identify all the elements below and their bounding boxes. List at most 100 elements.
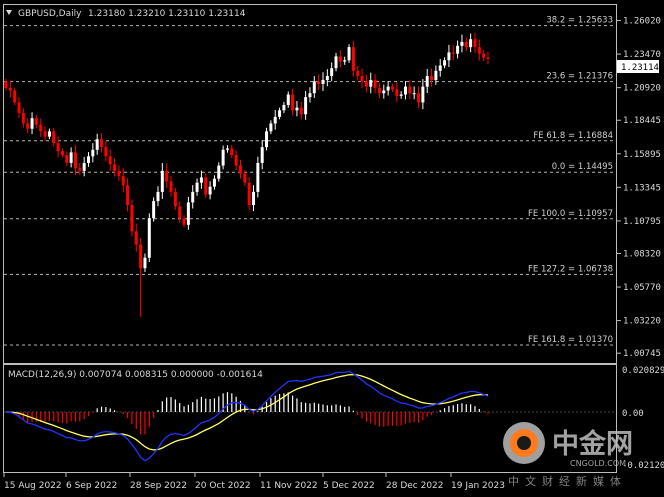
candle-body [87, 156, 91, 163]
watermark-cn: 中金网 [552, 428, 633, 460]
price-tick-label: 1.18445 [623, 116, 661, 126]
candle-body [282, 105, 286, 111]
candle-body [356, 70, 360, 77]
price-tick-label: 1.00745 [623, 349, 661, 359]
fib-level-label: 0.0 = 1.14495 [552, 162, 613, 172]
candle-body [147, 218, 151, 258]
macd-tick-zero: 0.00 [622, 409, 644, 419]
candle-body [269, 123, 273, 132]
candle-body [73, 152, 77, 169]
price-tick-label: 1.13345 [623, 183, 661, 193]
candle-body [234, 155, 238, 166]
candle-body [156, 191, 160, 202]
candle-body [434, 70, 438, 81]
candle-body [343, 60, 347, 62]
fib-level-label: FE 127.2 = 1.06738 [528, 264, 613, 274]
candle-body [321, 80, 325, 84]
candle-body [212, 178, 216, 187]
chart-header[interactable]: GBPUSD,Daily 1.23180 1.23210 1.23110 1.2… [6, 9, 246, 19]
candle-body [469, 39, 473, 48]
candle-body [252, 191, 256, 206]
time-tick-label: 28 Dec 2022 [386, 481, 444, 491]
candle-body [139, 244, 143, 269]
time-tick-label: 19 Jan 2023 [451, 481, 505, 491]
candle-body [278, 110, 282, 117]
candle-body [30, 118, 34, 129]
candle-body [395, 89, 399, 96]
candle-body [186, 202, 190, 225]
candle-body [47, 131, 51, 137]
candle-body [243, 173, 247, 183]
candle-body [351, 47, 355, 71]
candle-body [191, 191, 195, 203]
candle-body [95, 139, 99, 150]
candle-body [438, 65, 442, 71]
time-tick-label: 20 Oct 2022 [195, 481, 251, 491]
candle-body [182, 218, 186, 225]
candle-body [225, 148, 229, 150]
candle-body [295, 107, 299, 111]
candle-body [412, 93, 416, 95]
symbol-label: GBPUSD,Daily [18, 9, 82, 19]
candle-body [425, 76, 429, 87]
candle-body [334, 56, 338, 69]
candle-body [199, 177, 203, 183]
fib-level-label: FE 161.8 = 1.01370 [528, 335, 613, 345]
candle-body [443, 60, 447, 66]
current-price-label: 1.23114 [621, 63, 659, 73]
candle-body [152, 201, 156, 219]
candle-body [473, 39, 477, 48]
candle-body [217, 165, 221, 179]
candle-body [421, 86, 425, 103]
candle-body [78, 168, 82, 171]
candle-body [403, 86, 407, 95]
candle-body [208, 186, 212, 195]
candle-body [21, 112, 25, 124]
candle-body [121, 176, 125, 186]
ohlc-values: 1.23180 1.23210 1.23110 1.23114 [88, 9, 246, 19]
time-tick-label: 5 Dec 2022 [323, 481, 375, 491]
candle-body [308, 93, 312, 98]
candle-body [4, 81, 8, 88]
candle-body [26, 123, 30, 129]
candle-body [39, 124, 43, 132]
candle-body [399, 94, 403, 96]
candle-body [230, 148, 234, 156]
candle-body [91, 149, 95, 157]
price-tick-label: 1.08320 [623, 249, 661, 259]
candle-body [430, 76, 434, 81]
price-tick-label: 1.03220 [623, 317, 661, 327]
candle-body [178, 206, 182, 219]
candle-body [113, 164, 117, 171]
candle-body [265, 131, 269, 148]
candle-body [69, 152, 73, 163]
candle-body [100, 139, 104, 148]
candle-body [338, 56, 342, 62]
cngold-logo-core-icon [517, 436, 531, 450]
candle-body [451, 52, 455, 54]
chart-canvas[interactable]: 38.2 = 1.25633 23.6 = 1.21376 FE 61.8 = 1.… [0, 0, 664, 497]
candle-body [330, 68, 334, 77]
candle-body [364, 81, 368, 87]
candle-body [260, 147, 264, 163]
candle-body [386, 86, 390, 91]
fib-level-label: 38.2 = 1.25633 [546, 16, 613, 26]
candle-body [17, 102, 21, 113]
macd-tick-top: 0.020829 [622, 366, 664, 376]
macd-tick-bottom: -0.021204 [622, 461, 664, 471]
candle-body [60, 151, 64, 156]
candle-body [221, 149, 225, 166]
time-tick-label: 11 Nov 2022 [260, 481, 318, 491]
price-tick-label: 1.10795 [623, 217, 661, 227]
fib-level-label: 23.6 = 1.21376 [546, 72, 613, 82]
candle-body [238, 165, 242, 174]
candle-body [134, 231, 138, 245]
candle-body [464, 41, 468, 48]
candle-body [173, 191, 177, 207]
candle-body [417, 93, 421, 103]
candle-body [143, 257, 147, 269]
candle-body [291, 94, 295, 111]
candle-body [160, 170, 164, 192]
candle-body [477, 47, 481, 54]
candle-body [43, 131, 47, 137]
